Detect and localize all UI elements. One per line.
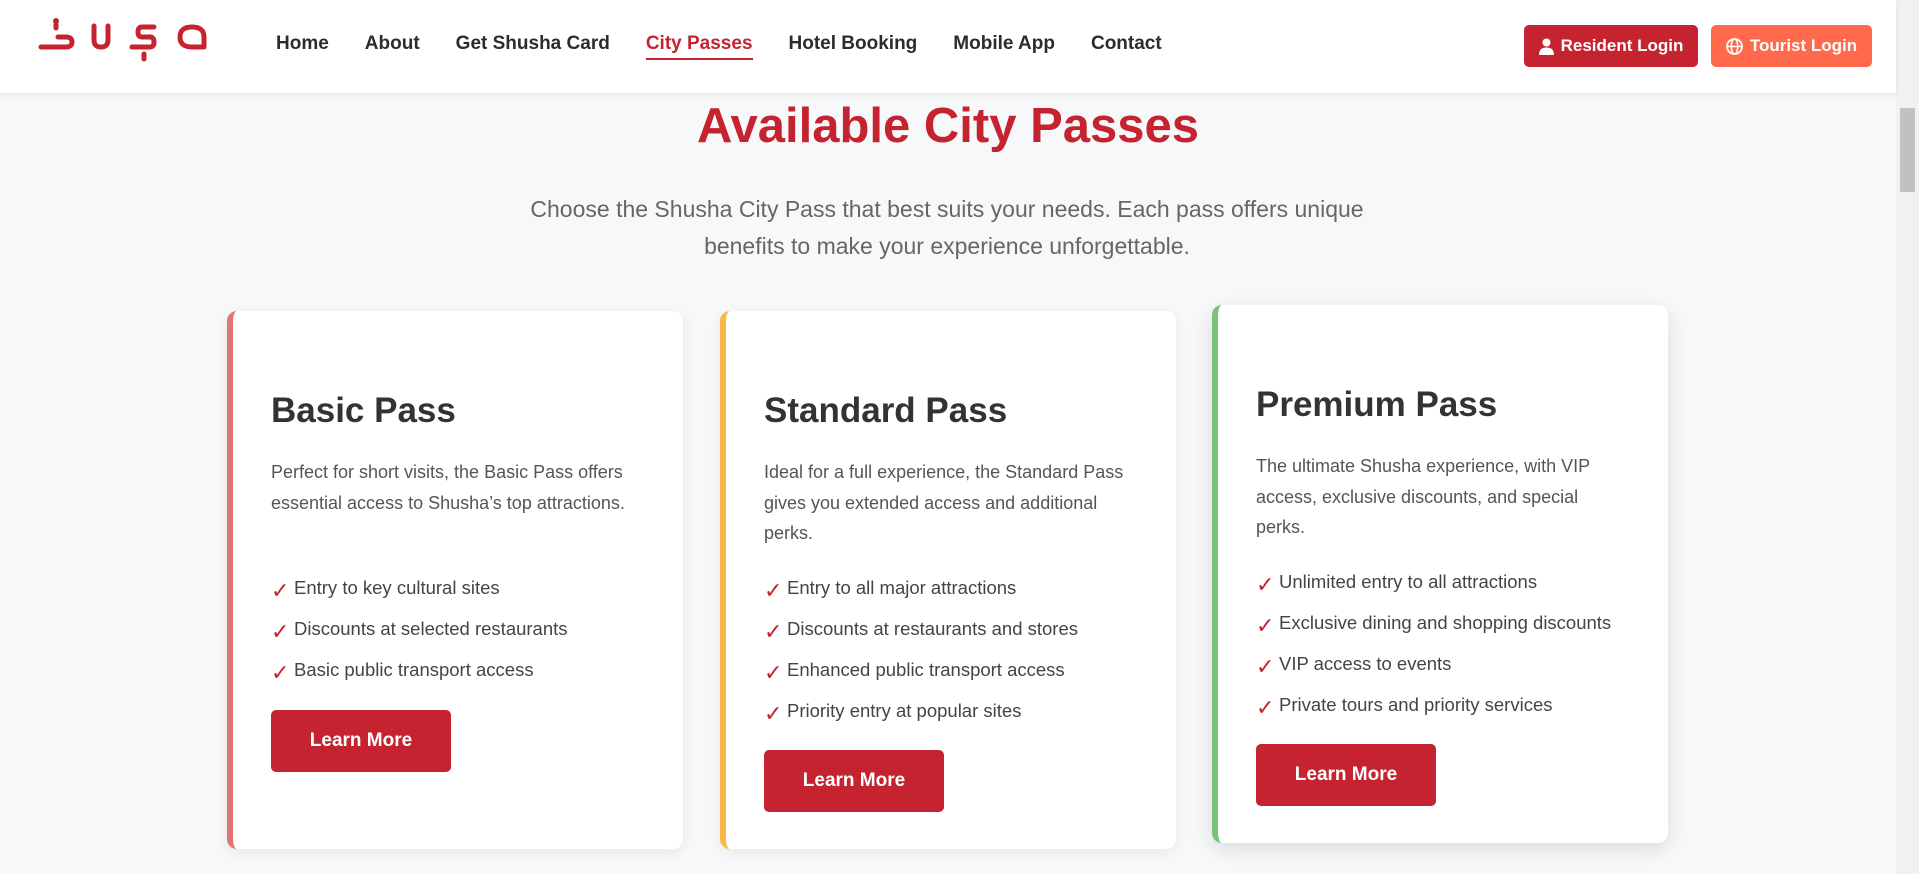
subtitle-line-2: benefits to make your experience unforge…	[704, 233, 1190, 259]
feature-text: Discounts at restaurants and stores	[787, 617, 1079, 639]
site-header: Home About Get Shusha Card City Passes H…	[0, 0, 1896, 93]
feature-text: Discounts at selected restaurants	[294, 617, 568, 639]
check-icon: ✓	[1256, 653, 1275, 679]
card-title: Standard Pass	[764, 391, 1008, 430]
logo-wordmark-icon	[38, 18, 207, 62]
feature-text: Basic public transport access	[294, 658, 534, 680]
feature-item: ✓ Discounts at selected restaurants	[271, 608, 568, 649]
nav-hotel-booking[interactable]: Hotel Booking	[789, 33, 918, 60]
pass-card-basic: Basic Pass Perfect for short visits, the…	[227, 311, 683, 849]
feature-item: ✓ Private tours and priority services	[1256, 684, 1611, 725]
card-description: Ideal for a full experience, the Standar…	[764, 462, 1124, 543]
page-title: Available City Passes	[696, 99, 1200, 153]
tourist-login-button[interactable]: Tourist Login	[1711, 25, 1872, 67]
nav-mobile-app[interactable]: Mobile App	[953, 33, 1055, 60]
feature-list: ✓ Entry to all major attractions ✓ Discoun…	[764, 567, 1078, 731]
feature-text: VIP access to events	[1279, 652, 1452, 674]
check-icon: ✓	[271, 659, 290, 685]
feature-item: ✓ Entry to key cultural sites	[271, 567, 568, 608]
feature-item: ✓ Unlimited entry to all attractions	[1256, 561, 1611, 602]
pass-card-standard: Standard Pass Ideal for a full experienc…	[720, 311, 1176, 849]
check-icon: ✓	[1256, 612, 1275, 638]
feature-item: ✓ VIP access to events	[1256, 643, 1611, 684]
page-scrollbar[interactable]	[1896, 0, 1919, 874]
card-title: Premium Pass	[1256, 385, 1498, 424]
nav-home[interactable]: Home	[276, 33, 329, 60]
check-icon: ✓	[1256, 571, 1275, 597]
feature-text: Priority entry at popular sites	[787, 699, 1022, 721]
feature-item: ✓ Exclusive dining and shopping discounts	[1256, 602, 1611, 643]
feature-item: ✓ Entry to all major attractions	[764, 567, 1078, 608]
scrollbar-thumb[interactable]	[1900, 108, 1915, 192]
nav-get-shusha-card[interactable]: Get Shusha Card	[456, 33, 610, 60]
feature-text: Enhanced public transport access	[787, 658, 1065, 680]
check-icon: ✓	[271, 618, 290, 644]
feature-text: Unlimited entry to all attractions	[1279, 570, 1538, 592]
nav-about[interactable]: About	[365, 33, 420, 60]
check-icon: ✓	[764, 700, 783, 726]
check-icon: ✓	[764, 577, 783, 603]
check-icon: ✓	[764, 659, 783, 685]
site-logo[interactable]	[38, 16, 213, 64]
page-subtitle: Choose the Shusha City Pass that best su…	[523, 191, 1371, 265]
globe-icon	[1725, 37, 1743, 55]
feature-text: Entry to key cultural sites	[294, 576, 500, 598]
main-nav: Home About Get Shusha Card City Passes H…	[276, 33, 1198, 60]
feature-text: Private tours and priority services	[1279, 693, 1553, 715]
resident-login-button[interactable]: Resident Login	[1524, 25, 1698, 67]
nav-contact[interactable]: Contact	[1091, 33, 1162, 60]
feature-item: ✓ Priority entry at popular sites	[764, 690, 1078, 731]
check-icon: ✓	[764, 618, 783, 644]
feature-text: Exclusive dining and shopping discounts	[1279, 611, 1612, 633]
pass-card-premium: Premium Pass The ultimate Shusha experie…	[1212, 305, 1668, 843]
check-icon: ✓	[1256, 694, 1275, 720]
learn-more-button[interactable]: Learn More	[271, 710, 451, 772]
feature-list: ✓ Entry to key cultural sites ✓ Discounts …	[271, 567, 568, 690]
subtitle-line-1: Choose the Shusha City Pass that best su…	[530, 196, 1364, 222]
nav-city-passes[interactable]: City Passes	[645, 33, 753, 60]
feature-item: ✓ Basic public transport access	[271, 649, 568, 690]
card-description: The ultimate Shusha experience, with VIP…	[1256, 456, 1590, 537]
card-title: Basic Pass	[271, 391, 456, 430]
learn-more-button[interactable]: Learn More	[1256, 744, 1436, 806]
feature-item: ✓ Enhanced public transport access	[764, 649, 1078, 690]
feature-item: ✓ Discounts at restaurants and stores	[764, 608, 1078, 649]
check-icon: ✓	[271, 577, 290, 603]
card-description: Perfect for short visits, the Basic Pass…	[271, 462, 625, 513]
feature-text: Entry to all major attractions	[787, 576, 1017, 598]
feature-list: ✓ Unlimited entry to all attractions ✓ Exc…	[1256, 561, 1611, 725]
user-icon	[1538, 38, 1554, 55]
resident-login-label: Resident Login	[1560, 36, 1684, 55]
learn-more-button[interactable]: Learn More	[764, 750, 944, 812]
tourist-login-label: Tourist Login	[1749, 36, 1858, 55]
